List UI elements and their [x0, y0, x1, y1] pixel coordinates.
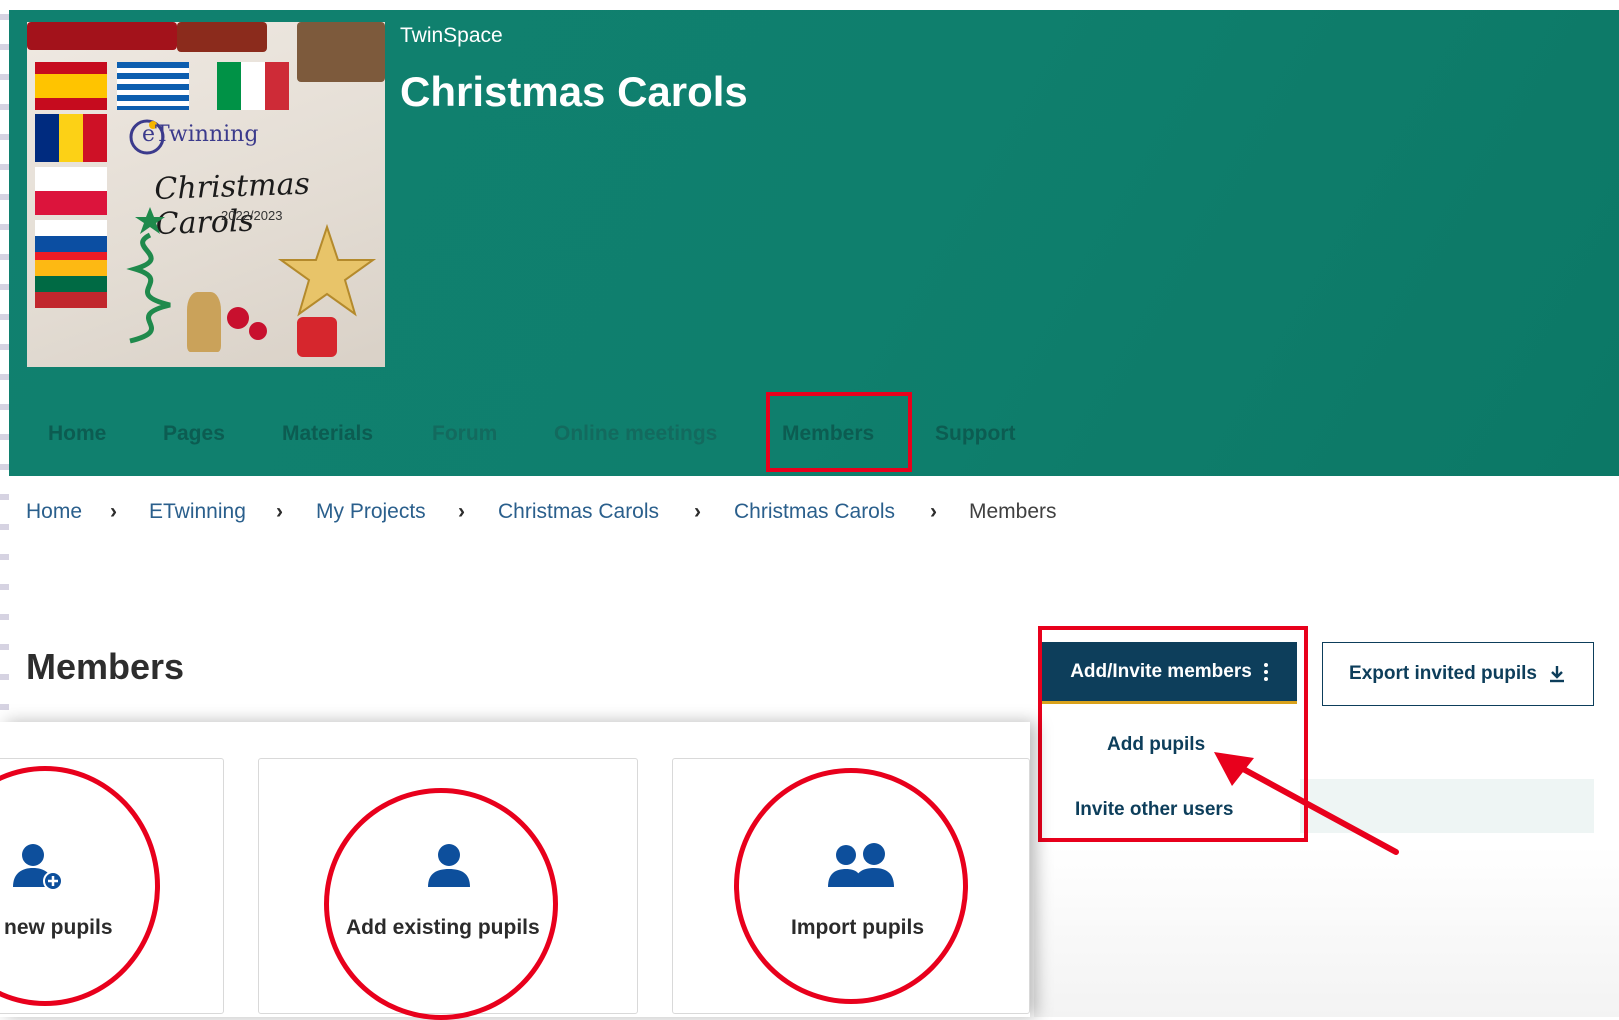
image-brand-text: eTwinning	[142, 122, 259, 147]
nav-item-pages[interactable]: Pages	[163, 422, 225, 446]
annotation-arrow-icon	[1214, 752, 1399, 855]
gift-decoration	[297, 317, 337, 357]
breadcrumb-my-projects[interactable]: My Projects	[316, 500, 426, 524]
export-invited-pupils-button[interactable]: Export invited pupils	[1322, 642, 1594, 706]
flag-greece-icon	[117, 62, 189, 110]
page-title: Members	[26, 646, 185, 687]
download-icon	[1549, 666, 1564, 683]
site-label: TwinSpace	[400, 24, 503, 47]
flag-poland-icon	[35, 167, 107, 215]
nav-item-forum[interactable]: Forum	[432, 422, 497, 446]
gift-decoration	[177, 22, 267, 52]
breadcrumb-separator: ›	[276, 500, 283, 523]
members-highlight-box	[766, 392, 912, 472]
flag-lithuania-icon	[35, 260, 107, 308]
image-year-text: 2022/2023	[221, 208, 283, 223]
annotation-circle	[734, 768, 968, 1004]
project-logo-image: eTwinning Christmas Carols 2022/2023	[27, 22, 385, 367]
breadcrumb-separator: ›	[110, 500, 117, 523]
flag-spain-icon	[35, 62, 107, 110]
nav-item-online-meetings[interactable]: Online meetings	[554, 422, 717, 446]
flag-italy-icon	[217, 62, 289, 110]
breadcrumb-christmas-carols[interactable]: Christmas Carols	[498, 500, 659, 524]
breadcrumb-christmas-carols-2[interactable]: Christmas Carols	[734, 500, 895, 524]
nav-item-materials[interactable]: Materials	[282, 422, 373, 446]
breadcrumb-home[interactable]: Home	[26, 500, 82, 524]
ornament-icon	[249, 322, 267, 340]
christmas-tree-icon	[126, 207, 171, 344]
gold-tree-decoration	[187, 292, 221, 352]
background-fade	[1034, 845, 1619, 1017]
gift-decoration	[27, 22, 177, 50]
project-title: Christmas Carols	[400, 68, 748, 115]
breadcrumb-separator: ›	[694, 500, 701, 523]
nav-item-home[interactable]: Home	[48, 422, 106, 446]
breadcrumb-separator: ›	[930, 500, 937, 523]
flag-romania-icon	[35, 114, 107, 162]
breadcrumb-separator: ›	[458, 500, 465, 523]
ornament-icon	[227, 307, 249, 329]
nav-item-support[interactable]: Support	[935, 422, 1015, 446]
star-decoration-icon	[277, 223, 377, 317]
breadcrumb-etwinning[interactable]: ETwinning	[149, 500, 246, 524]
export-invited-pupils-label: Export invited pupils	[1349, 663, 1537, 684]
gift-decoration	[297, 22, 385, 82]
annotation-circle	[324, 788, 558, 1020]
breadcrumb-members: Members	[969, 500, 1057, 523]
